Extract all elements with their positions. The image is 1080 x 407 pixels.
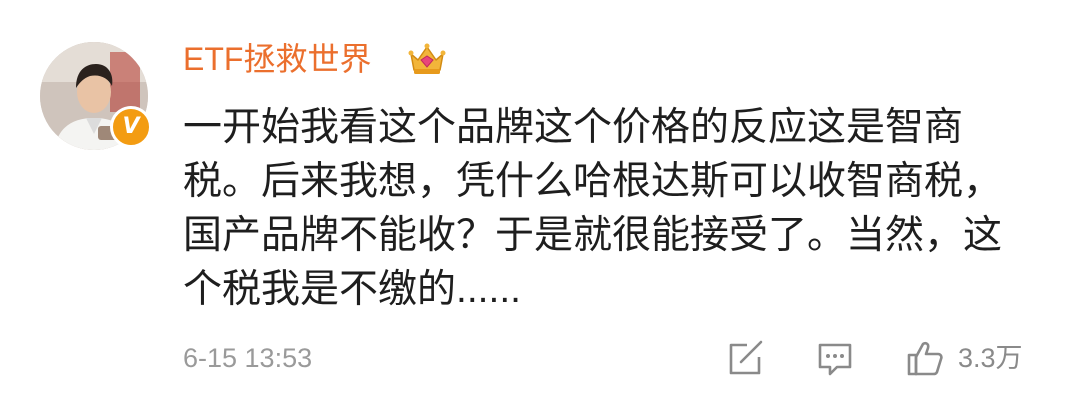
share-icon[interactable]	[725, 338, 765, 378]
comment-line: 个税我是不缴的......	[183, 268, 522, 311]
comment-timestamp: 6-15 13:53	[183, 343, 313, 373]
comment-line: 国产品牌不能收？于是就很能接受了。当然，这	[183, 214, 1003, 257]
comment-text: 一开始我看这个品牌这个价格的反应这是智商 税。后来我想，凭什么哈根达斯可以收智商…	[183, 101, 1002, 317]
thumbs-up-icon[interactable]	[905, 338, 945, 378]
like-count[interactable]: 3.3万	[958, 340, 1023, 376]
comment-line: 一开始我看这个品牌这个价格的反应这是智商	[183, 106, 964, 149]
author-name[interactable]: ETF拯救世界	[183, 38, 371, 80]
comment-line: 税。后来我想，凭什么哈根达斯可以收智商税，	[183, 160, 1003, 203]
comment-card: V ETF拯救世界 一开始我看这个品牌这个价格的反应这是智商 税。后来我想，凭什…	[0, 0, 1080, 407]
verified-badge-icon: V	[110, 106, 152, 148]
comment-icon[interactable]	[815, 338, 855, 378]
crown-icon	[408, 43, 446, 74]
